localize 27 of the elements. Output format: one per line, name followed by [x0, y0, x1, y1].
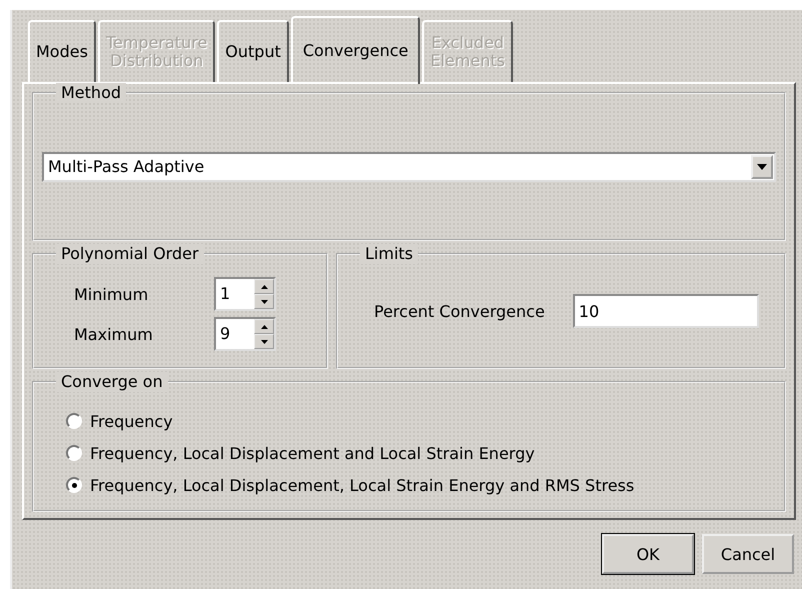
- method-dropdown[interactable]: Multi-Pass Adaptive: [42, 152, 776, 182]
- dropdown-arrow-icon: [757, 164, 767, 170]
- radio-label[interactable]: Frequency: [90, 412, 173, 431]
- group-legend: Polynomial Order: [56, 244, 204, 264]
- tab[interactable]: Modes: [28, 20, 96, 82]
- up-arrow-icon: [260, 284, 268, 289]
- radio-button[interactable]: [66, 477, 82, 494]
- spin-field[interactable]: 9: [214, 317, 276, 352]
- spin-field[interactable]: 1: [214, 277, 276, 312]
- up-arrow-icon: [260, 324, 268, 329]
- field-label: Maximum: [74, 324, 154, 344]
- down-arrow-icon: [260, 300, 268, 304]
- tab[interactable]: Output: [217, 20, 289, 82]
- field-label: Minimum: [74, 284, 150, 304]
- percent-convergence-field[interactable]: 10: [572, 294, 759, 328]
- group-legend: Limits: [360, 244, 418, 264]
- dialog-button[interactable]: OK: [602, 534, 694, 574]
- radio-label[interactable]: Frequency, Local Displacement, Local Strain Energy and RMS Stress: [90, 476, 634, 495]
- tab[interactable]: Convergence: [290, 16, 420, 84]
- group-legend: Converge on: [56, 372, 168, 392]
- radio-button[interactable]: [66, 445, 82, 462]
- field-label: Percent Convergence: [374, 302, 545, 321]
- radio-button[interactable]: [66, 413, 82, 430]
- radio-label[interactable]: Frequency, Local Displacement and Local Strain Energy: [90, 444, 535, 463]
- group-legend: Method: [56, 83, 126, 103]
- dialog-button[interactable]: Cancel: [702, 534, 794, 574]
- down-arrow-icon: [260, 340, 268, 344]
